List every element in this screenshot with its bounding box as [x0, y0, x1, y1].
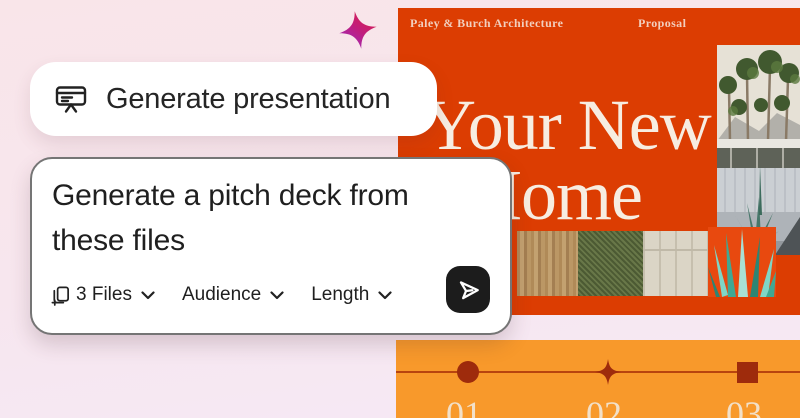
swatch-wood-texture — [517, 231, 578, 296]
timeline-step-number: 01 — [424, 393, 504, 418]
prompt-card[interactable]: Generate a pitch deck from these files 3… — [30, 157, 512, 335]
send-button[interactable] — [446, 266, 490, 313]
send-icon — [455, 277, 481, 303]
slide-header-proposal: Proposal — [638, 16, 686, 31]
generate-presentation-label: Generate presentation — [106, 83, 390, 116]
swatch-agave-photo — [708, 227, 776, 297]
slide-header-company: Paley & Burch Architecture — [410, 16, 563, 31]
prompt-text[interactable]: Generate a pitch deck from these files — [52, 173, 462, 263]
slide-title-line1: Your New — [424, 90, 711, 160]
timeline-slide: 01 02 03 — [396, 340, 800, 418]
timeline-marker-square — [737, 362, 758, 383]
generate-presentation-card[interactable]: Generate presentation — [30, 62, 437, 136]
chevron-down-icon — [378, 291, 392, 300]
audience-chip[interactable]: Audience — [182, 284, 284, 306]
chevron-down-icon — [270, 291, 284, 300]
files-add-icon — [50, 285, 71, 306]
swatch-green-fabric — [578, 231, 643, 296]
audience-chip-label: Audience — [182, 284, 261, 306]
timeline-step-number: 02 — [564, 393, 644, 418]
house-photo — [717, 45, 800, 255]
files-chip[interactable]: 3 Files — [50, 284, 155, 306]
length-chip-label: Length — [311, 284, 369, 306]
timeline-marker-circle — [457, 361, 479, 383]
timeline-step-number: 03 — [704, 393, 784, 418]
hero-canvas: Paley & Burch Architecture Proposal Your… — [0, 0, 800, 418]
length-chip[interactable]: Length — [311, 284, 392, 306]
prompt-options-row: 3 Files Audience Length — [50, 284, 392, 306]
timeline-marker-diamond-icon — [595, 359, 621, 385]
ai-sparkle-icon — [335, 7, 381, 53]
swatch-cream-tile — [643, 231, 708, 296]
chevron-down-icon — [141, 291, 155, 300]
files-chip-label: 3 Files — [76, 284, 132, 306]
presentation-icon — [53, 81, 89, 117]
